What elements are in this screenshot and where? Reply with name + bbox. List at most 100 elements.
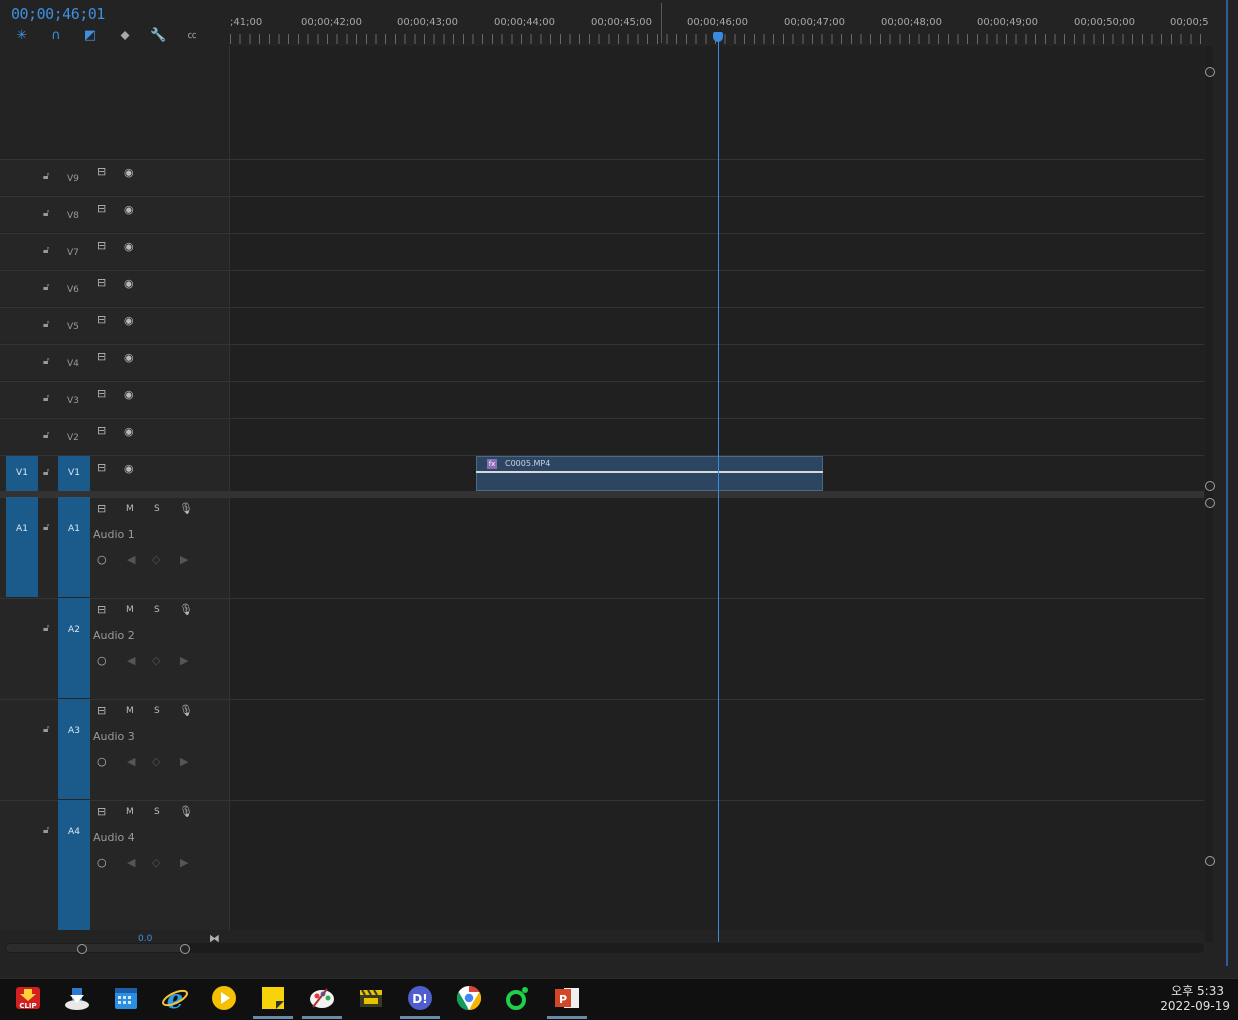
next-keyframe-icon[interactable]: ▶ <box>180 553 188 566</box>
audio-track-lane[interactable] <box>230 800 1204 930</box>
solo-button[interactable]: S <box>154 504 160 514</box>
video-track-header[interactable] <box>0 196 229 232</box>
keyframe-toggle-icon[interactable]: ○ <box>97 856 107 869</box>
sync-lock-icon[interactable]: ⊟ <box>97 387 106 400</box>
prev-keyframe-icon[interactable]: ◀ <box>127 654 135 667</box>
sync-lock-icon[interactable]: ⊟ <box>97 502 106 515</box>
add-keyframe-icon[interactable]: ◇ <box>152 654 160 667</box>
prev-keyframe-icon[interactable]: ◀ <box>127 553 135 566</box>
horizontal-scroll-thumb[interactable] <box>6 944 190 952</box>
linked-selection-icon[interactable]: ◩ <box>82 28 98 44</box>
internet-explorer-icon[interactable]: e <box>160 983 190 1015</box>
audio-track-lane[interactable] <box>230 598 1204 699</box>
vertical-scrollbar[interactable] <box>1205 46 1213 942</box>
lock-icon[interactable]: 🔓︎ <box>43 825 49 836</box>
audio-track-header[interactable] <box>0 598 229 699</box>
mute-button[interactable]: M <box>126 706 134 716</box>
lock-icon[interactable]: 🔓︎ <box>43 467 49 478</box>
eye-icon[interactable]: ◉ <box>124 166 134 179</box>
prev-keyframe-icon[interactable]: ◀ <box>127 755 135 768</box>
playhead-timecode[interactable]: 00;00;46;01 <box>11 5 105 23</box>
add-keyframe-icon[interactable]: ◇ <box>152 553 160 566</box>
mute-button[interactable]: M <box>126 504 134 514</box>
eye-icon[interactable]: ◉ <box>124 351 134 364</box>
lock-icon[interactable]: 🔓︎ <box>43 356 49 367</box>
zoom-knob-right[interactable] <box>180 944 190 954</box>
audio-scroll-knob-bottom[interactable] <box>1205 856 1215 866</box>
video-track-lane[interactable] <box>230 344 1204 380</box>
lock-icon[interactable]: 🔓︎ <box>43 171 49 182</box>
track-target-a2[interactable]: A2 <box>58 598 90 698</box>
eye-icon[interactable]: ◉ <box>124 314 134 327</box>
video-track-lane[interactable] <box>230 381 1204 417</box>
video-track-header[interactable] <box>0 381 229 417</box>
chrome-icon[interactable] <box>454 983 484 1013</box>
mute-button[interactable]: M <box>126 807 134 817</box>
clip-downloader-icon[interactable]: CLIP <box>13 983 43 1013</box>
eye-icon[interactable]: ◉ <box>124 203 134 216</box>
sync-lock-icon[interactable]: ⊟ <box>97 239 106 252</box>
eye-icon[interactable]: ◉ <box>124 277 134 290</box>
next-keyframe-icon[interactable]: ▶ <box>180 755 188 768</box>
video-scroll-knob-top[interactable] <box>1205 67 1215 77</box>
video-track-header[interactable] <box>0 233 229 269</box>
microphone-icon[interactable]: 🎙︎ <box>179 603 193 616</box>
media-player-icon[interactable] <box>209 983 239 1013</box>
sync-lock-icon[interactable]: ⊟ <box>97 805 106 818</box>
sync-lock-icon[interactable]: ⊟ <box>97 603 106 616</box>
audio-scroll-knob-top[interactable] <box>1205 498 1215 508</box>
video-track-lane[interactable] <box>230 196 1204 232</box>
sync-lock-icon[interactable]: ⊟ <box>97 276 106 289</box>
audio-track-header[interactable] <box>0 800 229 930</box>
sync-lock-icon[interactable]: ⊟ <box>97 202 106 215</box>
sync-lock-icon[interactable]: ⊟ <box>97 350 106 363</box>
keyframe-toggle-icon[interactable]: ○ <box>97 755 107 768</box>
video-track-lane[interactable] <box>230 270 1204 306</box>
lock-icon[interactable]: 🔓︎ <box>43 393 49 404</box>
sticky-notes-icon[interactable] <box>258 983 288 1013</box>
paint-icon[interactable] <box>307 983 337 1013</box>
eye-icon[interactable]: ◉ <box>124 240 134 253</box>
keyframe-toggle-icon[interactable]: ○ <box>97 553 107 566</box>
video-track-lane[interactable] <box>230 307 1204 343</box>
sync-lock-icon[interactable]: ⊟ <box>97 424 106 437</box>
installer-icon[interactable] <box>62 983 92 1013</box>
microphone-icon[interactable]: 🎙︎ <box>179 502 193 515</box>
d-app-icon[interactable]: D! <box>405 983 435 1013</box>
audio-track-lane[interactable] <box>230 497 1204 598</box>
nest-sequence-icon[interactable]: ✳ <box>14 28 30 44</box>
solo-button[interactable]: S <box>154 605 160 615</box>
video-track-header[interactable] <box>0 418 229 454</box>
microphone-icon[interactable]: 🎙︎ <box>179 704 193 717</box>
video-track-header[interactable] <box>0 307 229 343</box>
clock-date[interactable]: 2022-09-19 <box>1160 999 1230 1013</box>
audio-track-lane[interactable] <box>230 699 1204 800</box>
add-marker-icon[interactable]: ⬥ <box>117 28 133 44</box>
video-track-header[interactable] <box>0 159 229 195</box>
source-patch-v1[interactable]: V1 <box>6 456 38 491</box>
clock-time[interactable]: 오후 5:33 <box>1171 982 1224 999</box>
video-track-header[interactable] <box>0 270 229 306</box>
solo-button[interactable]: S <box>154 807 160 817</box>
solo-button[interactable]: S <box>154 706 160 716</box>
captions-icon[interactable]: ㏄ <box>184 28 200 44</box>
sync-lock-icon[interactable]: ⊟ <box>97 704 106 717</box>
source-patch-a1[interactable]: A1 <box>6 497 38 597</box>
lock-icon[interactable]: 🔓︎ <box>43 245 49 256</box>
keyframe-toggle-icon[interactable]: ○ <box>97 654 107 667</box>
video-scroll-knob-bottom[interactable] <box>1205 481 1215 491</box>
wrench-settings-icon[interactable]: 🔧 <box>150 28 166 44</box>
audio-track-header[interactable] <box>0 699 229 800</box>
track-target-v1[interactable]: V1 <box>58 456 90 491</box>
video-track-lane[interactable] <box>230 159 1204 195</box>
add-keyframe-icon[interactable]: ◇ <box>152 755 160 768</box>
eye-icon[interactable]: ◉ <box>124 425 134 438</box>
eye-icon[interactable]: ◉ <box>124 388 134 401</box>
calendar-icon[interactable] <box>111 983 141 1013</box>
lock-icon[interactable]: 🔓︎ <box>43 282 49 293</box>
mute-button[interactable]: M <box>126 605 134 615</box>
lock-icon[interactable]: 🔓︎ <box>43 430 49 441</box>
microphone-icon[interactable]: 🎙︎ <box>179 805 193 818</box>
eye-icon[interactable]: ◉ <box>124 462 134 475</box>
video-track-lane[interactable] <box>230 233 1204 269</box>
